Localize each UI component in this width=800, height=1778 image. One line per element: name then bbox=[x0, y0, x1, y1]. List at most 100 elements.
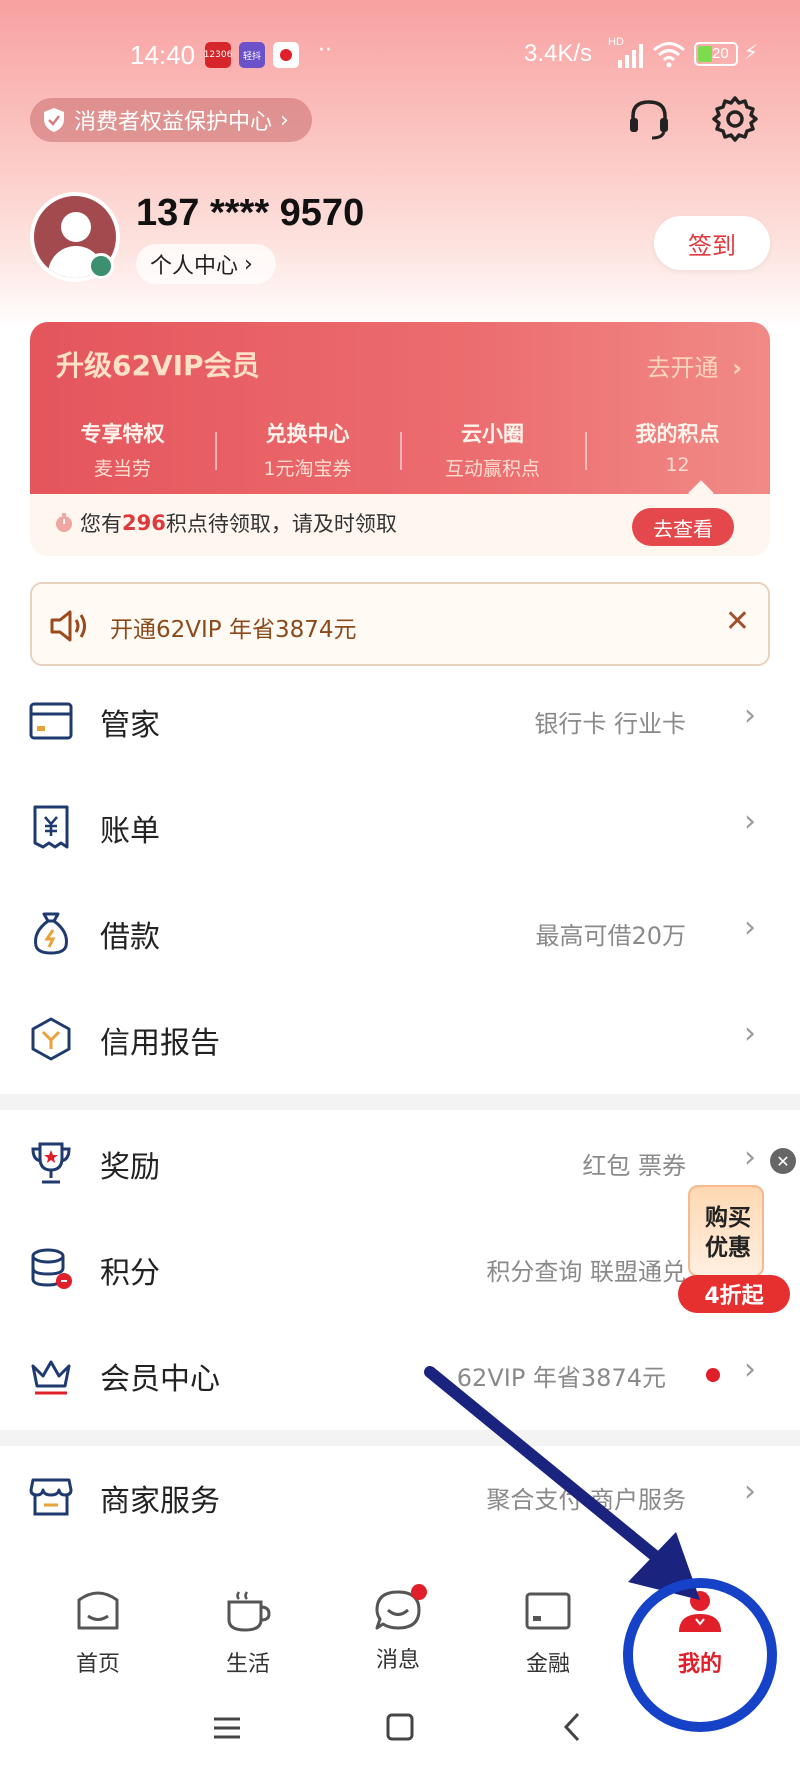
speaker-icon bbox=[50, 610, 86, 642]
close-promo-icon[interactable]: ✕ bbox=[770, 1148, 796, 1174]
back-icon[interactable] bbox=[560, 1711, 584, 1743]
money-bag-icon bbox=[34, 912, 68, 955]
headset-icon[interactable] bbox=[624, 94, 674, 144]
menu-detail: 最高可借20万 bbox=[535, 922, 686, 950]
menu-label: 账单 bbox=[100, 814, 160, 849]
battery-icon: 20 bbox=[694, 42, 738, 66]
vip-item-title: 专享特权 bbox=[80, 422, 165, 446]
cup-icon bbox=[227, 1591, 271, 1632]
tab-label: 消息 bbox=[375, 1648, 420, 1673]
bottom-tab-bar: 首页 生活 消息 金融 我的 bbox=[0, 1580, 800, 1690]
vip-item-title: 我的积点 bbox=[635, 422, 720, 446]
menu-detail: 银行卡 行业卡 bbox=[534, 710, 686, 738]
menu-detail: 积分查询 联盟通兑 bbox=[486, 1258, 686, 1286]
vip-item-sub: 互动赢积点 bbox=[444, 458, 540, 480]
home-icon bbox=[77, 1591, 119, 1630]
menu-icon[interactable] bbox=[212, 1713, 242, 1743]
chevron-right-icon: › bbox=[732, 354, 742, 382]
stopwatch-icon bbox=[56, 513, 72, 532]
vip-title: 升级62VIP会员 bbox=[56, 349, 260, 382]
vip-open-label: 去开通 bbox=[646, 354, 719, 382]
crown-icon bbox=[31, 1360, 71, 1395]
status-time: 14:40 bbox=[130, 40, 196, 70]
tab-mine[interactable]: 我的 bbox=[640, 1588, 760, 1678]
tab-home[interactable]: 首页 bbox=[38, 1588, 158, 1678]
vip-item-sub: 麦当劳 bbox=[93, 458, 151, 480]
card-icon bbox=[29, 702, 73, 740]
menu-item-manager[interactable]: 管家 银行卡 行业卡 › bbox=[0, 670, 800, 770]
chevron-right-icon: › bbox=[280, 107, 289, 133]
more-notifications-icon: ·· bbox=[318, 38, 332, 63]
consumer-protection-button[interactable]: 消费者权益保护中心 › bbox=[30, 98, 312, 142]
vip-open-link[interactable]: 去开通 › bbox=[646, 348, 742, 383]
notification-dot bbox=[706, 1368, 720, 1382]
tab-label: 金融 bbox=[525, 1652, 570, 1677]
menu-item-loan[interactable]: 借款 最高可借20万 › bbox=[0, 882, 800, 982]
menu-label: 奖励 bbox=[100, 1150, 160, 1185]
notification-dot bbox=[411, 1584, 427, 1600]
bill-icon bbox=[33, 805, 69, 849]
charging-icon: ⚡ bbox=[744, 40, 759, 64]
menu-label: 会员中心 bbox=[100, 1362, 220, 1397]
video-app-icon: 轻抖 bbox=[239, 42, 265, 68]
promo-text: 购买 优惠 bbox=[690, 1203, 766, 1263]
vip-item-title: 兑换中心 bbox=[265, 422, 350, 446]
user-icon bbox=[679, 1591, 721, 1632]
menu-label: 信用报告 bbox=[100, 1026, 220, 1061]
user-phone: 137 **** 9570 bbox=[136, 192, 365, 234]
vip-item-title: 云小圈 bbox=[461, 422, 524, 446]
tab-label: 我的 bbox=[677, 1652, 722, 1677]
vip-item-sub: 12 bbox=[665, 454, 690, 476]
medal-icon bbox=[88, 253, 114, 279]
network-speed: 3.4K/s bbox=[524, 40, 593, 67]
notification-icons: 12306 轻抖 bbox=[204, 42, 299, 68]
vip-item-my-points[interactable]: 我的积点 12 bbox=[585, 418, 770, 476]
chevron-right-icon: › bbox=[744, 1474, 756, 1509]
home-square-icon[interactable] bbox=[384, 1711, 416, 1743]
menu-label: 商家服务 bbox=[100, 1484, 220, 1519]
checkin-button[interactable]: 签到 bbox=[654, 216, 770, 270]
store-icon bbox=[29, 1478, 73, 1516]
wifi-icon bbox=[653, 42, 685, 68]
tab-label: 首页 bbox=[75, 1652, 120, 1677]
menu-item-merchant-services[interactable]: 商家服务 聚合支付 商户服务 › bbox=[0, 1446, 800, 1546]
points-prefix: 您有 bbox=[80, 512, 122, 536]
floating-promo[interactable]: 购买 优惠 4折起 bbox=[678, 1185, 790, 1315]
view-points-button[interactable]: 去查看 bbox=[632, 508, 734, 546]
chevron-right-icon: › bbox=[744, 1140, 756, 1175]
points-value: 296 bbox=[122, 511, 166, 535]
vip-banner[interactable]: 开通62VIP 年省3874元 ✕ bbox=[30, 582, 770, 666]
chevron-right-icon: › bbox=[744, 1352, 756, 1387]
system-navigation-bar bbox=[0, 1695, 800, 1778]
chat-icon bbox=[373, 1584, 427, 1634]
banner-text: 开通62VIP 年省3874元 bbox=[110, 617, 357, 643]
points-suffix: 积点待领取，请及时领取 bbox=[165, 512, 397, 536]
vip-item-exchange[interactable]: 兑换中心 1元淘宝券 bbox=[215, 418, 400, 481]
menu-label: 管家 bbox=[100, 708, 160, 743]
tab-finance[interactable]: 金融 bbox=[488, 1588, 608, 1678]
menu-label: 积分 bbox=[100, 1256, 160, 1291]
status-bar: 14:40 12306 轻抖 ·· 3.4K/s HD 20 ⚡ bbox=[0, 36, 800, 76]
personal-center-label: 个人中心 bbox=[150, 254, 239, 279]
record-app-icon bbox=[273, 42, 299, 68]
vip-item-sub: 1元淘宝券 bbox=[263, 458, 352, 480]
vip-item-cloud-circle[interactable]: 云小圈 互动赢积点 bbox=[400, 418, 585, 481]
chevron-right-icon: › bbox=[244, 251, 253, 277]
signal-icon bbox=[618, 44, 643, 68]
promo-discount: 4折起 bbox=[678, 1275, 790, 1313]
section-divider bbox=[0, 1430, 800, 1446]
menu-item-member-center[interactable]: 会员中心 62VIP 年省3874元 › bbox=[0, 1324, 800, 1424]
vip-item-privilege[interactable]: 专享特权 麦当劳 bbox=[30, 418, 215, 481]
tab-messages[interactable]: 消息 bbox=[338, 1584, 458, 1674]
promo-line2: 优惠 bbox=[705, 1235, 751, 1261]
chevron-right-icon: › bbox=[744, 698, 756, 733]
chevron-right-icon: › bbox=[744, 1016, 756, 1051]
tab-life[interactable]: 生活 bbox=[188, 1588, 308, 1678]
menu-label: 借款 bbox=[100, 920, 160, 955]
personal-center-link[interactable]: 个人中心 › bbox=[136, 244, 276, 284]
gear-icon[interactable] bbox=[710, 94, 760, 144]
menu-item-bill[interactable]: 账单 › bbox=[0, 776, 800, 876]
close-icon[interactable]: ✕ bbox=[725, 604, 750, 639]
menu-item-credit-report[interactable]: 信用报告 › bbox=[0, 988, 800, 1088]
chevron-right-icon: › bbox=[744, 804, 756, 839]
